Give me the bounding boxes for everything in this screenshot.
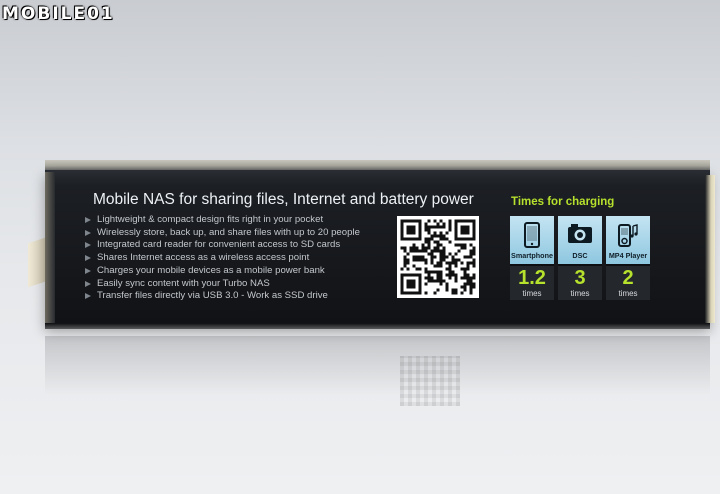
feature-list: Lightweight & compact design fits right … xyxy=(83,214,360,303)
feature-item: Charges your mobile devices as a mobile … xyxy=(83,265,360,278)
feature-item: Integrated card reader for convenient ac… xyxy=(83,239,360,252)
qr-code xyxy=(397,216,479,298)
feature-item: Transfer files directly via USB 3.0 - Wo… xyxy=(83,290,360,303)
box-bottom-edge xyxy=(45,323,710,329)
charging-title: Times for charging xyxy=(511,196,615,208)
qr-reflection xyxy=(400,356,460,406)
device-unit: times xyxy=(522,289,542,298)
qr-code-graphic xyxy=(400,219,476,295)
device-value: 1.2 xyxy=(518,267,546,289)
feature-item: Easily sync content with your Turbo NAS xyxy=(83,278,360,291)
device-tile-dsc: DSC 3 times xyxy=(558,216,602,300)
box-headline: Mobile NAS for sharing files, Internet a… xyxy=(93,191,474,208)
device-unit: times xyxy=(618,289,638,298)
mobile01-watermark: MOBILE01 xyxy=(2,3,115,25)
camera-icon xyxy=(568,224,592,243)
watermark-text: MOBILE01 xyxy=(2,4,115,24)
box-left-edge xyxy=(45,172,55,324)
device-value: 2 xyxy=(622,267,634,289)
device-value: 3 xyxy=(574,267,586,289)
device-unit: times xyxy=(570,289,590,298)
mp4-player-icon xyxy=(618,224,638,247)
device-tile-mp4-player: MP4 Player 2 times xyxy=(606,216,650,300)
feature-item: Wirelessly store, back up, and share fil… xyxy=(83,227,360,240)
device-label: Smartphone xyxy=(511,251,553,260)
feature-item: Shares Internet access as a wireless acc… xyxy=(83,252,360,265)
feature-item: Lightweight & compact design fits right … xyxy=(83,214,360,227)
device-label: MP4 Player xyxy=(608,251,648,260)
box-right-edge xyxy=(705,175,715,323)
table-reflection xyxy=(45,336,710,396)
device-label: DSC xyxy=(572,251,588,260)
smartphone-icon xyxy=(524,222,540,248)
device-tile-smartphone: Smartphone 1.2 times xyxy=(510,216,554,300)
charging-devices: Smartphone 1.2 times DSC 3 times MP4 Pla… xyxy=(510,216,650,300)
